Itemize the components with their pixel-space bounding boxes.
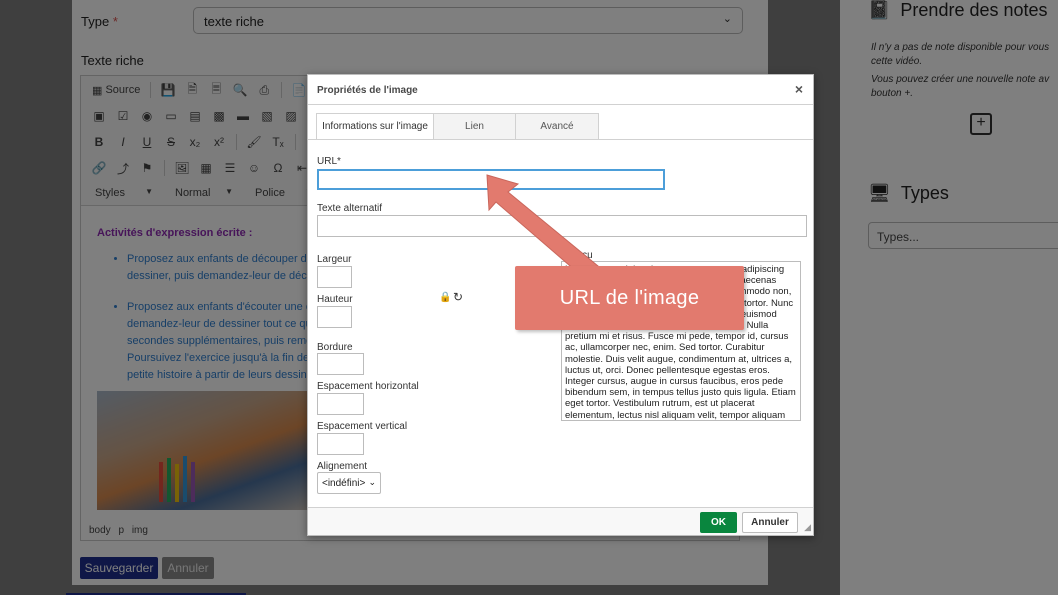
border-input[interactable]: [317, 353, 364, 375]
ok-button[interactable]: OK: [700, 512, 737, 533]
resize-handle-icon[interactable]: ◢: [804, 522, 811, 533]
height-label: Hauteur: [317, 294, 353, 305]
hspace-label: Espacement horizontal: [317, 381, 419, 392]
width-label: Largeur: [317, 254, 352, 265]
border-label: Bordure: [317, 342, 353, 353]
width-input[interactable]: [317, 266, 352, 288]
tab-advanced[interactable]: Avancé: [515, 113, 599, 140]
url-label: URL*: [317, 156, 341, 167]
dialog-cancel-button[interactable]: Annuler: [742, 512, 798, 533]
alignment-label: Alignement: [317, 461, 368, 472]
annotation-arrow: [486, 174, 599, 279]
close-icon[interactable]: ×: [795, 81, 803, 97]
dialog-footer: OK Annuler ◢: [308, 507, 813, 535]
alignment-select[interactable]: <indéfini> ⌄: [317, 472, 381, 494]
chevron-down-icon: ⌄: [368, 477, 376, 487]
lock-ratio-icon[interactable]: 🔒: [439, 292, 451, 303]
hspace-input[interactable]: [317, 393, 364, 415]
arrow-shape: [486, 174, 599, 279]
alt-text-label: Texte alternatif: [317, 203, 383, 214]
tab-link[interactable]: Lien: [433, 113, 516, 140]
dialog-title: Propriétés de l'image: [317, 85, 418, 96]
dialog-tabs: Informations sur l'image Lien Avancé: [316, 113, 599, 140]
vspace-label: Espacement vertical: [317, 421, 408, 432]
height-input[interactable]: [317, 306, 352, 328]
reset-size-icon[interactable]: ↻: [453, 290, 463, 304]
vspace-input[interactable]: [317, 433, 364, 455]
tab-divider: [308, 139, 813, 140]
alignment-value: <indéfini>: [322, 478, 366, 489]
tab-image-info[interactable]: Informations sur l'image: [316, 113, 434, 140]
dialog-header: Propriétés de l'image ×: [308, 75, 813, 105]
annotation-callout: URL de l'image: [515, 266, 744, 330]
